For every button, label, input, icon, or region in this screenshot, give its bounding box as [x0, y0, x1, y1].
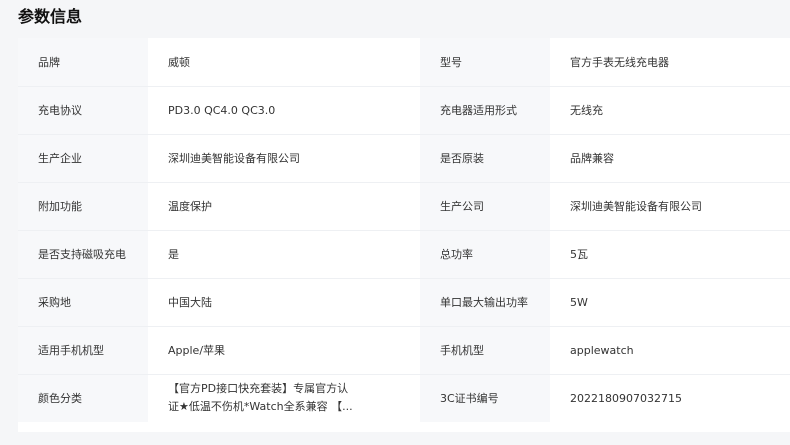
- param-label-color-category: 颜色分类: [18, 374, 148, 422]
- param-value-phone-model: applewatch: [550, 326, 790, 375]
- table-row: 适用手机机型 Apple/苹果 手机机型 applewatch: [18, 326, 790, 375]
- color-category-text: 【官方PD接口快充套装】专属官方认 证★低温不伤机*Watch全系兼容 【...: [168, 380, 412, 416]
- param-label-extra-function: 附加功能: [18, 182, 148, 231]
- param-value-compatible-phones: Apple/苹果: [148, 326, 420, 375]
- param-value-model: 官方手表无线充电器: [550, 38, 790, 87]
- param-label-purchase-region: 采购地: [18, 278, 148, 327]
- param-label-phone-model: 手机机型: [420, 326, 550, 375]
- param-label-max-port-power: 单口最大输出功率: [420, 278, 550, 327]
- param-label-protocol: 充电协议: [18, 86, 148, 135]
- section-title: 参数信息: [18, 7, 83, 26]
- color-category-line-1: 【官方PD接口快充套装】专属官方认: [168, 382, 349, 396]
- param-value-charger-form: 无线充: [550, 86, 790, 135]
- param-label-compatible-phones: 适用手机机型: [18, 326, 148, 375]
- param-value-max-port-power: 5W: [550, 278, 790, 327]
- param-value-3c-cert: 2022180907032715: [550, 374, 790, 422]
- param-label-manufacturer: 生产企业: [18, 134, 148, 183]
- param-value-purchase-region: 中国大陆: [148, 278, 420, 327]
- params-card: 品牌 威顿 型号 官方手表无线充电器 充电协议 PD3.0 QC4.0 QC3.…: [18, 38, 790, 432]
- table-row: 颜色分类 【官方PD接口快充套装】专属官方认 证★低温不伤机*Watch全系兼容…: [18, 374, 790, 422]
- product-params-page: 参数信息 品牌 威顿 型号 官方手表无线充电器 充电协议 PD3.0 QC4.0…: [0, 0, 790, 445]
- param-label-3c-cert: 3C证书编号: [420, 374, 550, 422]
- param-value-company: 深圳迪美智能设备有限公司: [550, 182, 790, 231]
- param-label-charger-form: 充电器适用形式: [420, 86, 550, 135]
- table-row: 充电协议 PD3.0 QC4.0 QC3.0 充电器适用形式 无线充: [18, 86, 790, 135]
- param-value-magnetic: 是: [148, 230, 420, 279]
- param-value-extra-function: 温度保护: [148, 182, 420, 231]
- table-row: 品牌 威顿 型号 官方手表无线充电器: [18, 38, 790, 87]
- color-category-line-2: 证★低温不伤机*Watch全系兼容 【...: [168, 400, 353, 414]
- param-value-protocol: PD3.0 QC4.0 QC3.0: [148, 86, 420, 135]
- param-label-magnetic: 是否支持磁吸充电: [18, 230, 148, 279]
- param-value-brand: 威顿: [148, 38, 420, 87]
- param-label-total-power: 总功率: [420, 230, 550, 279]
- param-label-original: 是否原装: [420, 134, 550, 183]
- param-label-brand: 品牌: [18, 38, 148, 87]
- param-label-model: 型号: [420, 38, 550, 87]
- param-value-total-power: 5瓦: [550, 230, 790, 279]
- param-value-color-category: 【官方PD接口快充套装】专属官方认 证★低温不伤机*Watch全系兼容 【...: [148, 374, 420, 422]
- table-row: 采购地 中国大陆 单口最大输出功率 5W: [18, 278, 790, 327]
- table-row: 生产企业 深圳迪美智能设备有限公司 是否原装 品牌兼容: [18, 134, 790, 183]
- param-value-manufacturer: 深圳迪美智能设备有限公司: [148, 134, 420, 183]
- param-label-company: 生产公司: [420, 182, 550, 231]
- table-row: 附加功能 温度保护 生产公司 深圳迪美智能设备有限公司: [18, 182, 790, 231]
- table-row: 是否支持磁吸充电 是 总功率 5瓦: [18, 230, 790, 279]
- params-table: 品牌 威顿 型号 官方手表无线充电器 充电协议 PD3.0 QC4.0 QC3.…: [18, 38, 790, 422]
- param-value-original: 品牌兼容: [550, 134, 790, 183]
